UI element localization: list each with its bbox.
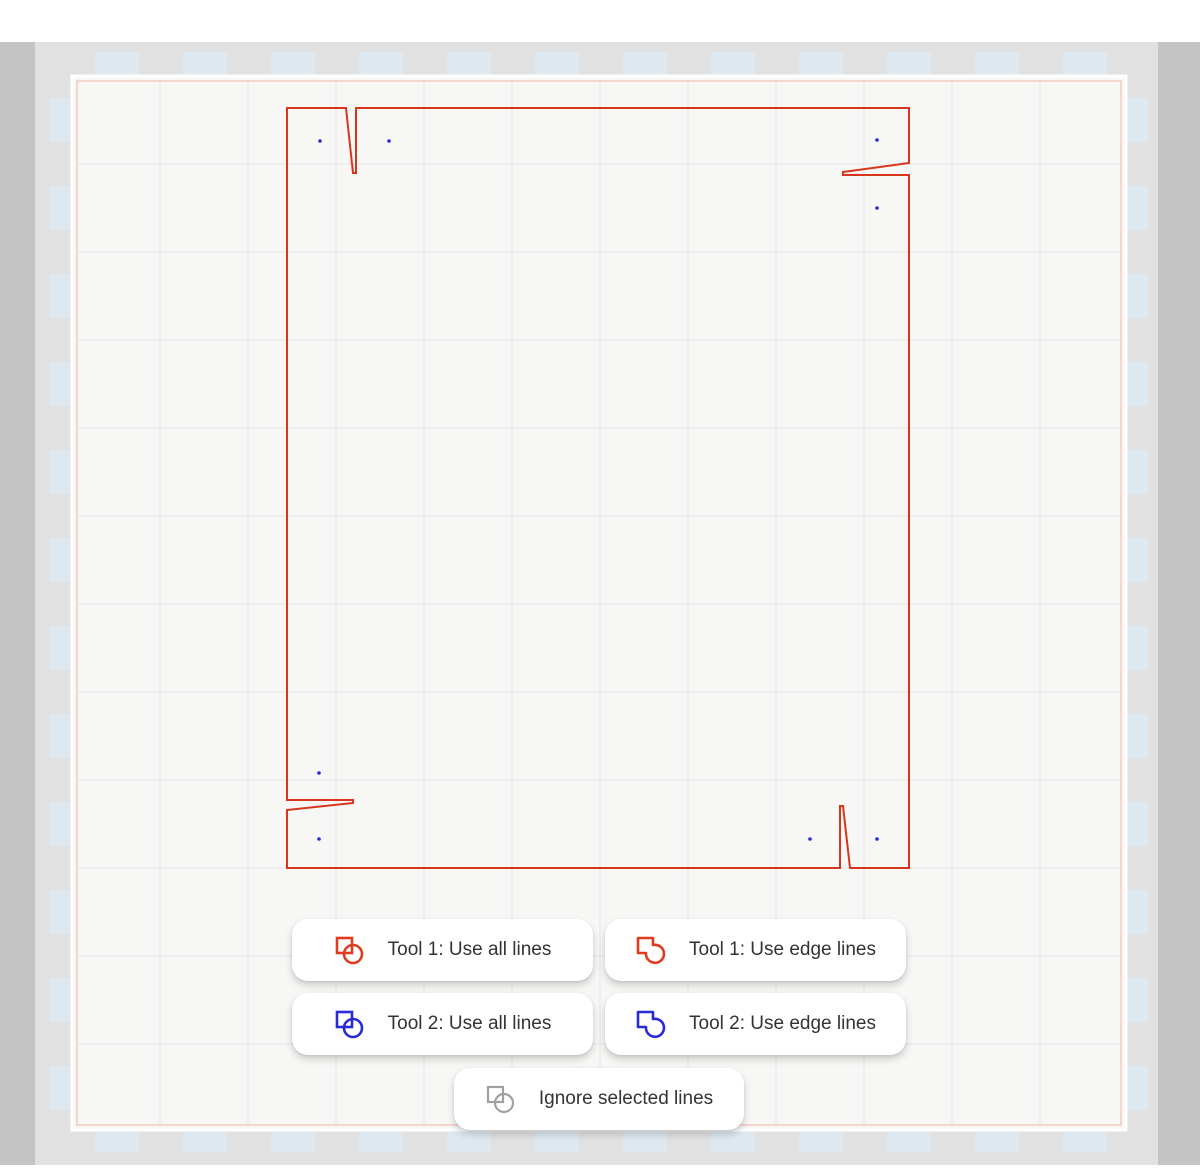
overlapping-square-circle-icon — [485, 1083, 517, 1115]
edge-marker — [183, 1130, 227, 1152]
edge-marker — [623, 1130, 667, 1152]
edge-marker — [1126, 538, 1148, 582]
canvas-svg[interactable] — [0, 0, 1200, 1165]
edge-marker — [50, 98, 72, 142]
edge-marker — [1126, 450, 1148, 494]
edge-marker — [50, 626, 72, 670]
edge-marker — [359, 1130, 403, 1152]
selection-point — [317, 837, 321, 841]
edge-marker — [975, 1130, 1019, 1152]
tool1-all-lines-label: Tool 1: Use all lines — [387, 939, 552, 960]
ignore-selected-lines-button[interactable]: Ignore selected lines — [454, 1068, 744, 1130]
edge-marker — [887, 1130, 931, 1152]
edge-marker — [1126, 890, 1148, 934]
edge-marker — [359, 52, 403, 76]
merged-square-circle-outline-icon — [635, 1008, 667, 1040]
edge-marker — [535, 1130, 579, 1152]
edge-marker — [1126, 1066, 1148, 1110]
edge-marker — [50, 1066, 72, 1110]
edge-marker — [50, 538, 72, 582]
selection-point — [318, 139, 322, 143]
edge-marker — [711, 1130, 755, 1152]
edge-marker — [50, 362, 72, 406]
overlapping-square-circle-icon — [334, 1008, 366, 1040]
edge-marker — [50, 978, 72, 1022]
edge-marker — [1126, 802, 1148, 846]
selection-point — [875, 138, 879, 142]
edge-marker — [95, 1130, 139, 1152]
edge-marker — [1126, 98, 1148, 142]
tool1-edge-lines-label: Tool 1: Use edge lines — [689, 939, 876, 960]
edge-marker — [975, 52, 1019, 76]
edge-marker — [50, 802, 72, 846]
ignore-selected-lines-label: Ignore selected lines — [538, 1088, 714, 1109]
selection-point — [387, 139, 391, 143]
edge-marker — [447, 1130, 491, 1152]
edge-marker — [799, 52, 843, 76]
edge-marker — [50, 186, 72, 230]
edge-marker — [1126, 362, 1148, 406]
sheet — [70, 74, 1128, 1132]
tool2-all-lines-button[interactable]: Tool 2: Use all lines — [292, 993, 593, 1055]
edge-marker — [50, 274, 72, 318]
tool1-edge-lines-button[interactable]: Tool 1: Use edge lines — [605, 919, 906, 981]
edge-marker — [1126, 714, 1148, 758]
edge-marker — [623, 52, 667, 76]
selection-point — [808, 837, 812, 841]
edge-marker — [1063, 52, 1107, 76]
selection-point — [875, 837, 879, 841]
edge-marker — [1063, 1130, 1107, 1152]
overlapping-square-circle-icon — [334, 934, 366, 966]
edge-marker — [1126, 978, 1148, 1022]
edge-marker — [50, 450, 72, 494]
edge-marker — [799, 1130, 843, 1152]
edge-marker — [50, 890, 72, 934]
merged-square-circle-outline-icon — [635, 934, 667, 966]
edge-marker — [1126, 186, 1148, 230]
edge-marker — [271, 1130, 315, 1152]
edge-marker — [1126, 274, 1148, 318]
edge-marker — [50, 714, 72, 758]
drawing-canvas[interactable] — [0, 0, 1200, 1165]
edge-marker — [95, 52, 139, 76]
edge-marker — [711, 52, 755, 76]
edge-marker — [1126, 626, 1148, 670]
selection-point — [875, 206, 879, 210]
edge-marker — [887, 52, 931, 76]
edge-marker — [183, 52, 227, 76]
tool1-all-lines-button[interactable]: Tool 1: Use all lines — [292, 919, 593, 981]
edge-marker — [271, 52, 315, 76]
tool2-edge-lines-button[interactable]: Tool 2: Use edge lines — [605, 993, 906, 1055]
edge-marker — [535, 52, 579, 76]
edge-marker — [447, 52, 491, 76]
selection-point — [317, 771, 321, 775]
tool2-all-lines-label: Tool 2: Use all lines — [387, 1013, 552, 1034]
tool2-edge-lines-label: Tool 2: Use edge lines — [689, 1013, 876, 1034]
